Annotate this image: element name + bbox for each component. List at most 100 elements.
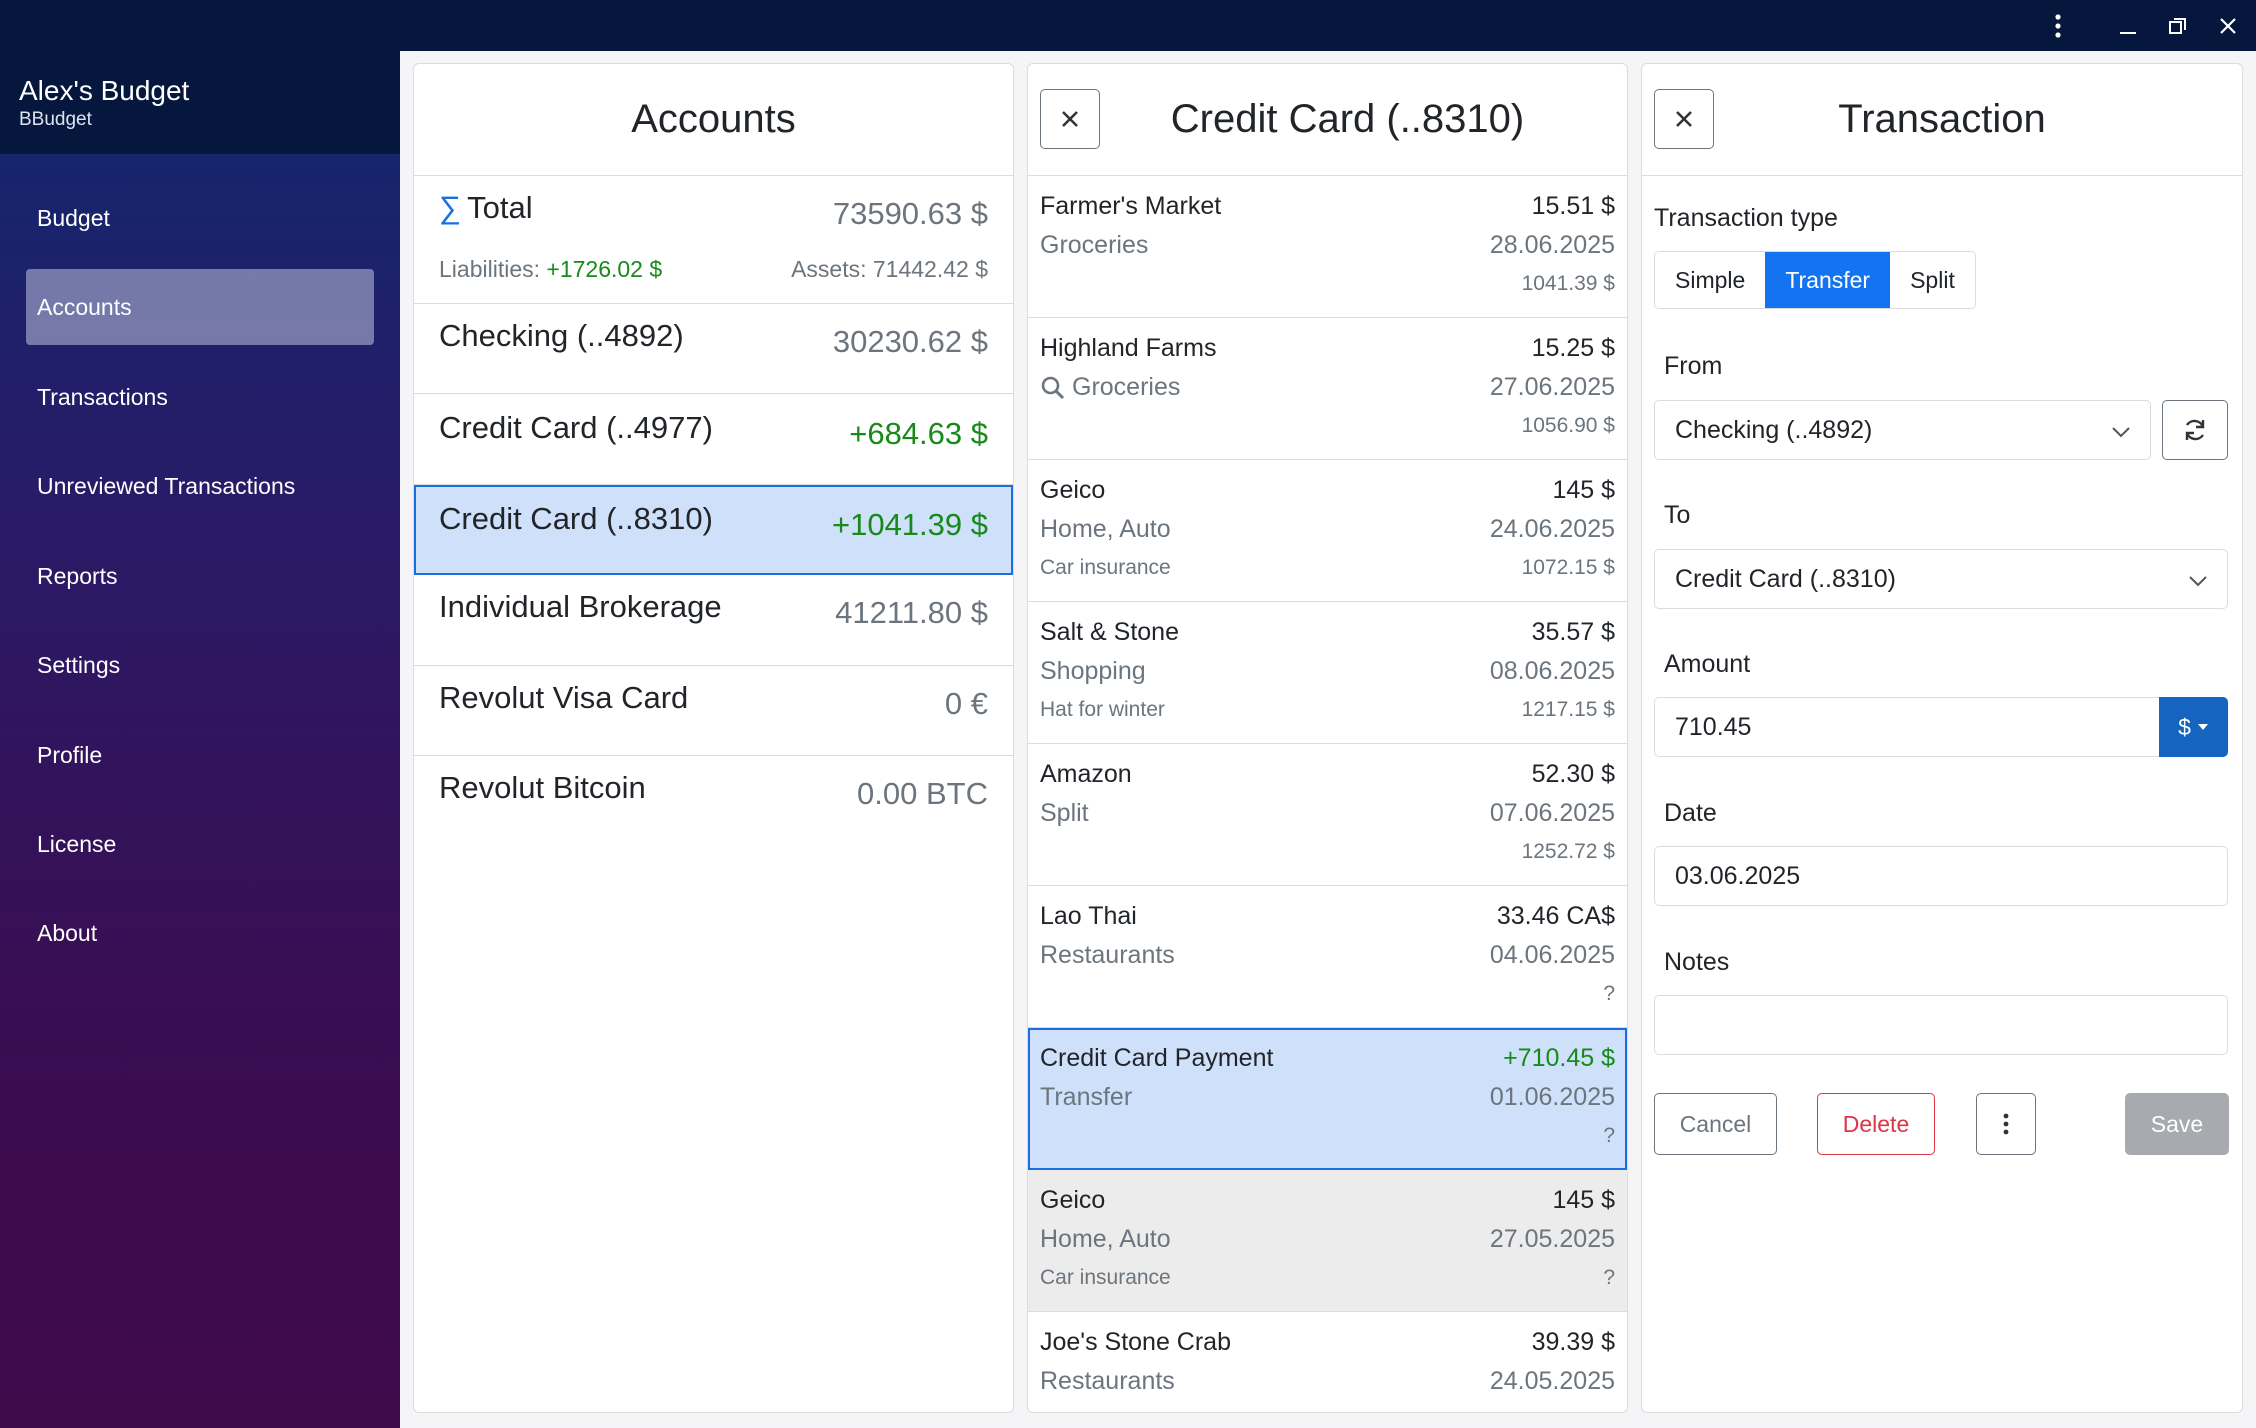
transaction-running-balance: 1217.15 $ [1521, 698, 1615, 721]
transaction-amount: 15.25 $ [1531, 334, 1615, 362]
type-split-button[interactable]: Split [1890, 252, 1975, 308]
account-name: Individual Brokerage [439, 589, 722, 624]
transaction-row[interactable]: Joe's Stone Crab 39.39 $ Restaurants 24.… [1028, 1312, 1627, 1412]
transaction-payee: Amazon [1040, 760, 1132, 788]
sidebar-item-license[interactable]: License [26, 806, 374, 882]
sidebar-item-transactions[interactable]: Transactions [26, 359, 374, 435]
kebab-menu-icon[interactable] [2033, 0, 2083, 51]
transaction-category: Groceries [1040, 231, 1149, 259]
accounts-title: Accounts [631, 97, 796, 141]
transaction-date: 24.05.2025 [1489, 1367, 1615, 1395]
assets-summary: Assets: 71442.42 $ [791, 256, 988, 282]
refresh-icon [2185, 419, 2205, 441]
more-options-button[interactable] [1976, 1093, 2036, 1155]
sidebar: Alex's Budget BBudget Budget Accounts Tr… [0, 51, 400, 1428]
from-account-value: Checking (..4892) [1675, 415, 1873, 444]
account-row[interactable]: Credit Card (..4977) +684.63 $ [414, 394, 1013, 485]
transaction-amount: 145 $ [1552, 476, 1615, 504]
transaction-payee: Credit Card Payment [1040, 1044, 1274, 1072]
transaction-date: 08.06.2025 [1489, 657, 1615, 685]
close-icon [1676, 111, 1692, 127]
sidebar-item-accounts[interactable]: Accounts [26, 269, 374, 345]
transaction-category: Transfer [1040, 1083, 1133, 1111]
swap-accounts-button[interactable] [2162, 400, 2228, 460]
to-account-value: Credit Card (..8310) [1675, 564, 1896, 593]
account-name: Revolut Visa Card [439, 680, 689, 715]
to-account-select[interactable]: Credit Card (..8310) [1654, 549, 2228, 609]
account-balance: +1041.39 $ [831, 507, 988, 542]
transaction-form-panel: Transaction Transaction type Simple Tran… [1641, 63, 2243, 1413]
transaction-row[interactable]: Highland Farms 15.25 $ Groceries 27.06.2… [1028, 318, 1627, 460]
delete-button[interactable]: Delete [1817, 1093, 1935, 1155]
currency-dropdown-button[interactable]: $ [2159, 697, 2228, 757]
transaction-row-selected[interactable]: Credit Card Payment +710.45 $ Transfer 0… [1028, 1028, 1627, 1170]
cancel-button[interactable]: Cancel [1654, 1093, 1777, 1155]
close-form-button[interactable] [1654, 89, 1714, 149]
account-balance: 41211.80 $ [835, 595, 988, 630]
transaction-category: Home, Auto [1040, 515, 1171, 543]
from-label: From [1664, 352, 1723, 380]
transaction-type-selector: Simple Transfer Split [1654, 251, 1976, 309]
accounts-panel: Accounts ∑ Total 73590.63 $ Liabilities: … [413, 63, 1014, 1413]
transaction-payee: Joe's Stone Crab [1040, 1328, 1231, 1356]
sidebar-item-settings[interactable]: Settings [26, 627, 374, 703]
sidebar-item-profile[interactable]: Profile [26, 717, 374, 793]
transactions-title: Credit Card (..8310) [1170, 97, 1525, 141]
transaction-running-balance: ? [1603, 982, 1615, 1005]
account-total-row[interactable]: ∑ Total 73590.63 $ Liabilities: +1726.02 … [414, 176, 1013, 304]
type-simple-button[interactable]: Simple [1655, 252, 1766, 308]
close-panel-button[interactable] [1040, 89, 1100, 149]
amount-input[interactable]: 710.45 [1654, 697, 2160, 757]
from-account-select[interactable]: Checking (..4892) [1654, 400, 2151, 460]
kebab-menu-icon [2003, 1113, 2009, 1135]
transaction-running-balance: 1041.39 $ [1521, 272, 1615, 295]
sidebar-item-budget[interactable]: Budget [26, 180, 374, 256]
transaction-running-balance: 1056.90 $ [1521, 414, 1615, 437]
sidebar-item-about[interactable]: About [26, 895, 374, 971]
transaction-form-header: Transaction [1642, 64, 2242, 176]
account-row[interactable]: Checking (..4892) 30230.62 $ [414, 304, 1013, 394]
restore-icon[interactable] [2153, 0, 2203, 51]
search-icon [1041, 376, 1065, 399]
transaction-amount: 39.39 $ [1531, 1328, 1615, 1356]
total-label: Total [467, 190, 533, 225]
transaction-row[interactable]: Amazon 52.30 $ Split 07.06.2025 1252.72 … [1028, 744, 1627, 886]
account-row[interactable]: Individual Brokerage 41211.80 $ [414, 575, 1013, 666]
account-name: Checking (..4892) [439, 318, 684, 353]
transaction-date: 24.06.2025 [1489, 515, 1615, 543]
account-row-selected[interactable]: Credit Card (..8310) +1041.39 $ [414, 485, 1013, 575]
account-row[interactable]: Revolut Visa Card 0 € [414, 666, 1013, 756]
transaction-row[interactable]: Farmer's Market 15.51 $ Groceries 28.06.… [1028, 176, 1627, 318]
transaction-payee: Highland Farms [1040, 334, 1217, 362]
transaction-note: Car insurance [1040, 1266, 1171, 1289]
account-name: Revolut Bitcoin [439, 770, 646, 805]
transaction-row[interactable]: Geico 145 $ Home, Auto 27.05.2025 Car in… [1028, 1170, 1627, 1312]
minimize-icon[interactable] [2103, 0, 2153, 51]
liabilities-summary: Liabilities: +1726.02 $ [439, 256, 662, 283]
transaction-category: Restaurants [1040, 941, 1175, 969]
account-row[interactable]: Revolut Bitcoin 0.00 BTC [414, 756, 1013, 846]
transaction-category: Groceries [1072, 373, 1181, 401]
total-value: 73590.63 $ [832, 196, 988, 231]
transaction-running-balance: 1252.72 $ [1521, 840, 1615, 863]
close-icon[interactable] [2203, 0, 2253, 51]
transaction-date: 04.06.2025 [1489, 941, 1615, 969]
date-input[interactable]: 03.06.2025 [1654, 846, 2228, 906]
to-label: To [1664, 501, 1691, 529]
notes-input[interactable] [1654, 995, 2228, 1055]
save-button[interactable]: Save [2125, 1093, 2229, 1155]
sidebar-item-unreviewed-transactions[interactable]: Unreviewed Transactions [26, 448, 374, 524]
sidebar-item-reports[interactable]: Reports [26, 538, 374, 614]
transaction-row[interactable]: Lao Thai 33.46 CA$ Restaurants 04.06.202… [1028, 886, 1627, 1028]
transaction-running-balance: ? [1603, 1266, 1615, 1289]
transaction-amount: 33.46 CA$ [1496, 902, 1615, 930]
transaction-row[interactable]: Geico 145 $ Home, Auto 24.06.2025 Car in… [1028, 460, 1627, 602]
type-transfer-button[interactable]: Transfer [1765, 252, 1891, 308]
account-balance: 0.00 BTC [857, 776, 988, 811]
transaction-row[interactable]: Salt & Stone 35.57 $ Shopping 08.06.2025… [1028, 602, 1627, 744]
close-icon [1062, 111, 1078, 127]
transaction-payee: Salt & Stone [1040, 618, 1179, 646]
liabilities-value: +1726.02 $ [546, 256, 663, 282]
liabilities-label: Liabilities: [439, 256, 540, 282]
transaction-category-group: Groceries [1040, 373, 1180, 402]
